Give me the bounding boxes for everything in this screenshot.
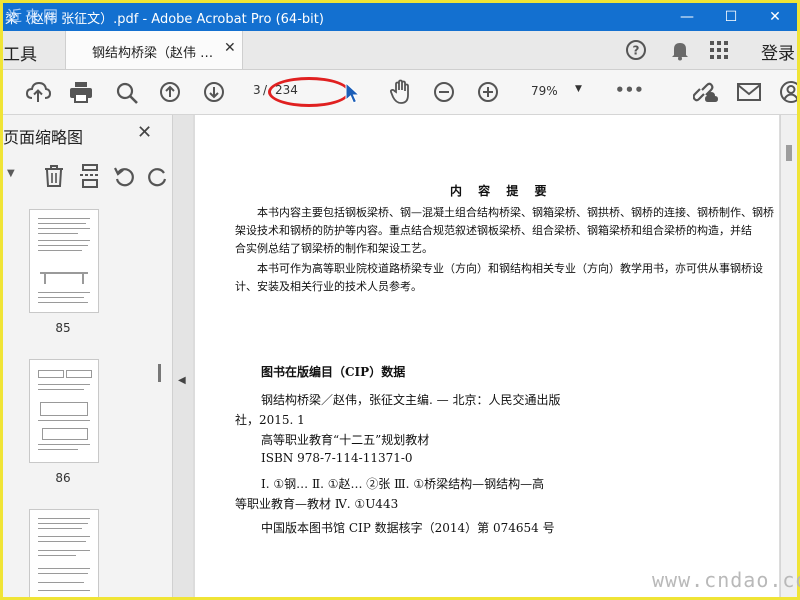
zoom-select[interactable]: 79% ▼	[523, 82, 585, 102]
chevron-left-icon: ◀	[178, 375, 186, 386]
page-thumbnail[interactable]	[29, 209, 99, 313]
maximize-button[interactable]: ☐	[709, 3, 753, 31]
current-page-input[interactable]: 3	[253, 83, 261, 97]
extract-page-icon[interactable]	[79, 164, 101, 192]
cip-line: 等职业教育—教材 Ⅳ. ①U443	[235, 497, 399, 511]
question-circle-icon[interactable]: ?	[625, 39, 647, 65]
svg-text:?: ?	[633, 44, 640, 58]
next-page-icon[interactable]	[203, 81, 225, 107]
user-account-icon[interactable]	[779, 80, 797, 108]
highlight-ellipse-annotation	[268, 77, 350, 107]
text-line: 合实例总结了钢梁桥的制作和架设工艺。	[235, 242, 433, 255]
more-tools-button[interactable]: •••	[615, 81, 644, 99]
panel-toolbar: ▼	[3, 159, 172, 193]
tab-close-button[interactable]: ✕	[224, 40, 236, 56]
text-line: 本书内容主要包括钢板梁桥、钢—混凝土组合结构桥梁、钢箱梁桥、钢拱桥、钢桥的连接、…	[257, 206, 774, 219]
tab-bar: 工具 钢结构桥梁（赵伟 … ✕ ? 登录	[3, 31, 797, 70]
watermark-logo: 近来网	[7, 7, 62, 25]
panel-scrollbar-thumb[interactable]	[158, 364, 161, 382]
zoom-search-icon[interactable]	[115, 81, 139, 109]
summary-title: 内 容 提 要	[450, 184, 553, 198]
summary-paragraph-1: 本书内容主要包括钢板梁桥、钢—混凝土组合结构桥梁、钢箱梁桥、钢拱桥、钢桥的连接、…	[235, 204, 774, 258]
zoom-out-icon[interactable]	[433, 81, 455, 107]
cip-line: 高等职业教育“十二五”规划教材	[261, 433, 430, 447]
app-window: 梁（赵伟 张征文）.pdf - Adobe Acrobat Pro (64-bi…	[0, 0, 800, 600]
main-toolbar: 3 / 234 79% ▼ •••	[3, 70, 797, 115]
document-scrollbar[interactable]	[780, 115, 797, 597]
tab-tools[interactable]: 工具	[3, 40, 37, 65]
minimize-button[interactable]: —	[665, 3, 709, 31]
scrollbar-thumb[interactable]	[786, 145, 792, 161]
document-viewport: 内 容 提 要 本书内容主要包括钢板梁桥、钢—混凝土组合结构桥梁、钢箱梁桥、钢拱…	[193, 115, 797, 597]
cip-line: 钢结构桥梁／赵伟，张征文主编. — 北京：人民交通出版	[261, 393, 561, 407]
delete-page-icon[interactable]	[43, 164, 65, 192]
tab-document[interactable]: 钢结构桥梁（赵伟 … ✕	[65, 31, 243, 69]
text-line: 计、安装及相关行业的技术人员参考。	[235, 280, 422, 293]
options-dropdown-icon[interactable]: ▼	[7, 168, 15, 179]
cip-line: ISBN 978-7-114-11371-0	[261, 451, 413, 465]
thumbnail-page-label: 86	[55, 471, 71, 485]
close-window-button[interactable]: ✕	[753, 3, 797, 31]
mouse-pointer-icon	[343, 81, 363, 109]
pdf-page: 内 容 提 要 本书内容主要包括钢板梁桥、钢—混凝土组合结构桥梁、钢箱梁桥、钢拱…	[195, 115, 779, 597]
summary-paragraph-2: 本书可作为高等职业院校道路桥梁专业（方向）和钢结构相关专业（方向）教学用书，亦可…	[235, 260, 763, 296]
page-thumbnail[interactable]	[29, 509, 99, 597]
share-link-icon[interactable]	[692, 80, 719, 108]
login-button[interactable]: 登录	[761, 39, 795, 64]
hand-tool-icon[interactable]	[389, 79, 413, 109]
email-icon[interactable]	[737, 82, 761, 106]
thumbnails-panel: 页面缩略图 ✕ ▼ 85 86	[3, 115, 173, 597]
rotate-counterclockwise-icon[interactable]	[113, 165, 135, 191]
page-thumbnail[interactable]	[29, 359, 99, 463]
cloud-upload-icon[interactable]	[25, 80, 52, 108]
text-line: 架设技术和钢桥的防护等内容。重点结合规范叙述钢板梁桥、组合梁桥、钢箱梁桥和组合梁…	[235, 224, 752, 237]
panel-collapse-handle[interactable]: ◀	[173, 115, 193, 597]
title-bar: 梁（赵伟 张征文）.pdf - Adobe Acrobat Pro (64-bi…	[3, 3, 797, 31]
previous-page-icon[interactable]	[159, 81, 181, 107]
page-separator: /	[263, 83, 268, 97]
panel-close-button[interactable]: ✕	[137, 122, 152, 143]
watermark-url: www.cndao.com	[652, 568, 800, 592]
cip-line: 中国版本图书馆 CIP 数据核字（2014）第 074654 号	[261, 521, 555, 535]
chevron-down-icon: ▼	[575, 84, 582, 94]
zoom-in-icon[interactable]	[477, 81, 499, 107]
cip-line: Ⅰ. ①钢… Ⅱ. ①赵… ②张 Ⅲ. ①桥梁结构—钢结构—高	[261, 477, 545, 491]
tab-document-label: 钢结构桥梁（赵伟 …	[92, 46, 214, 61]
rotate-clockwise-icon[interactable]	[147, 165, 169, 191]
bell-icon[interactable]	[669, 39, 691, 65]
panel-title: 页面缩略图	[3, 128, 84, 147]
print-icon[interactable]	[69, 81, 93, 107]
apps-grid-icon[interactable]	[709, 40, 729, 64]
cip-heading: 图书在版编目（CIP）数据	[261, 365, 406, 379]
text-line: 本书可作为高等职业院校道路桥梁专业（方向）和钢结构相关专业（方向）教学用书，亦可…	[257, 262, 763, 275]
cip-line: 社，2015. 1	[235, 413, 305, 427]
zoom-value: 79%	[531, 84, 558, 98]
thumbnail-page-label: 85	[55, 321, 71, 335]
